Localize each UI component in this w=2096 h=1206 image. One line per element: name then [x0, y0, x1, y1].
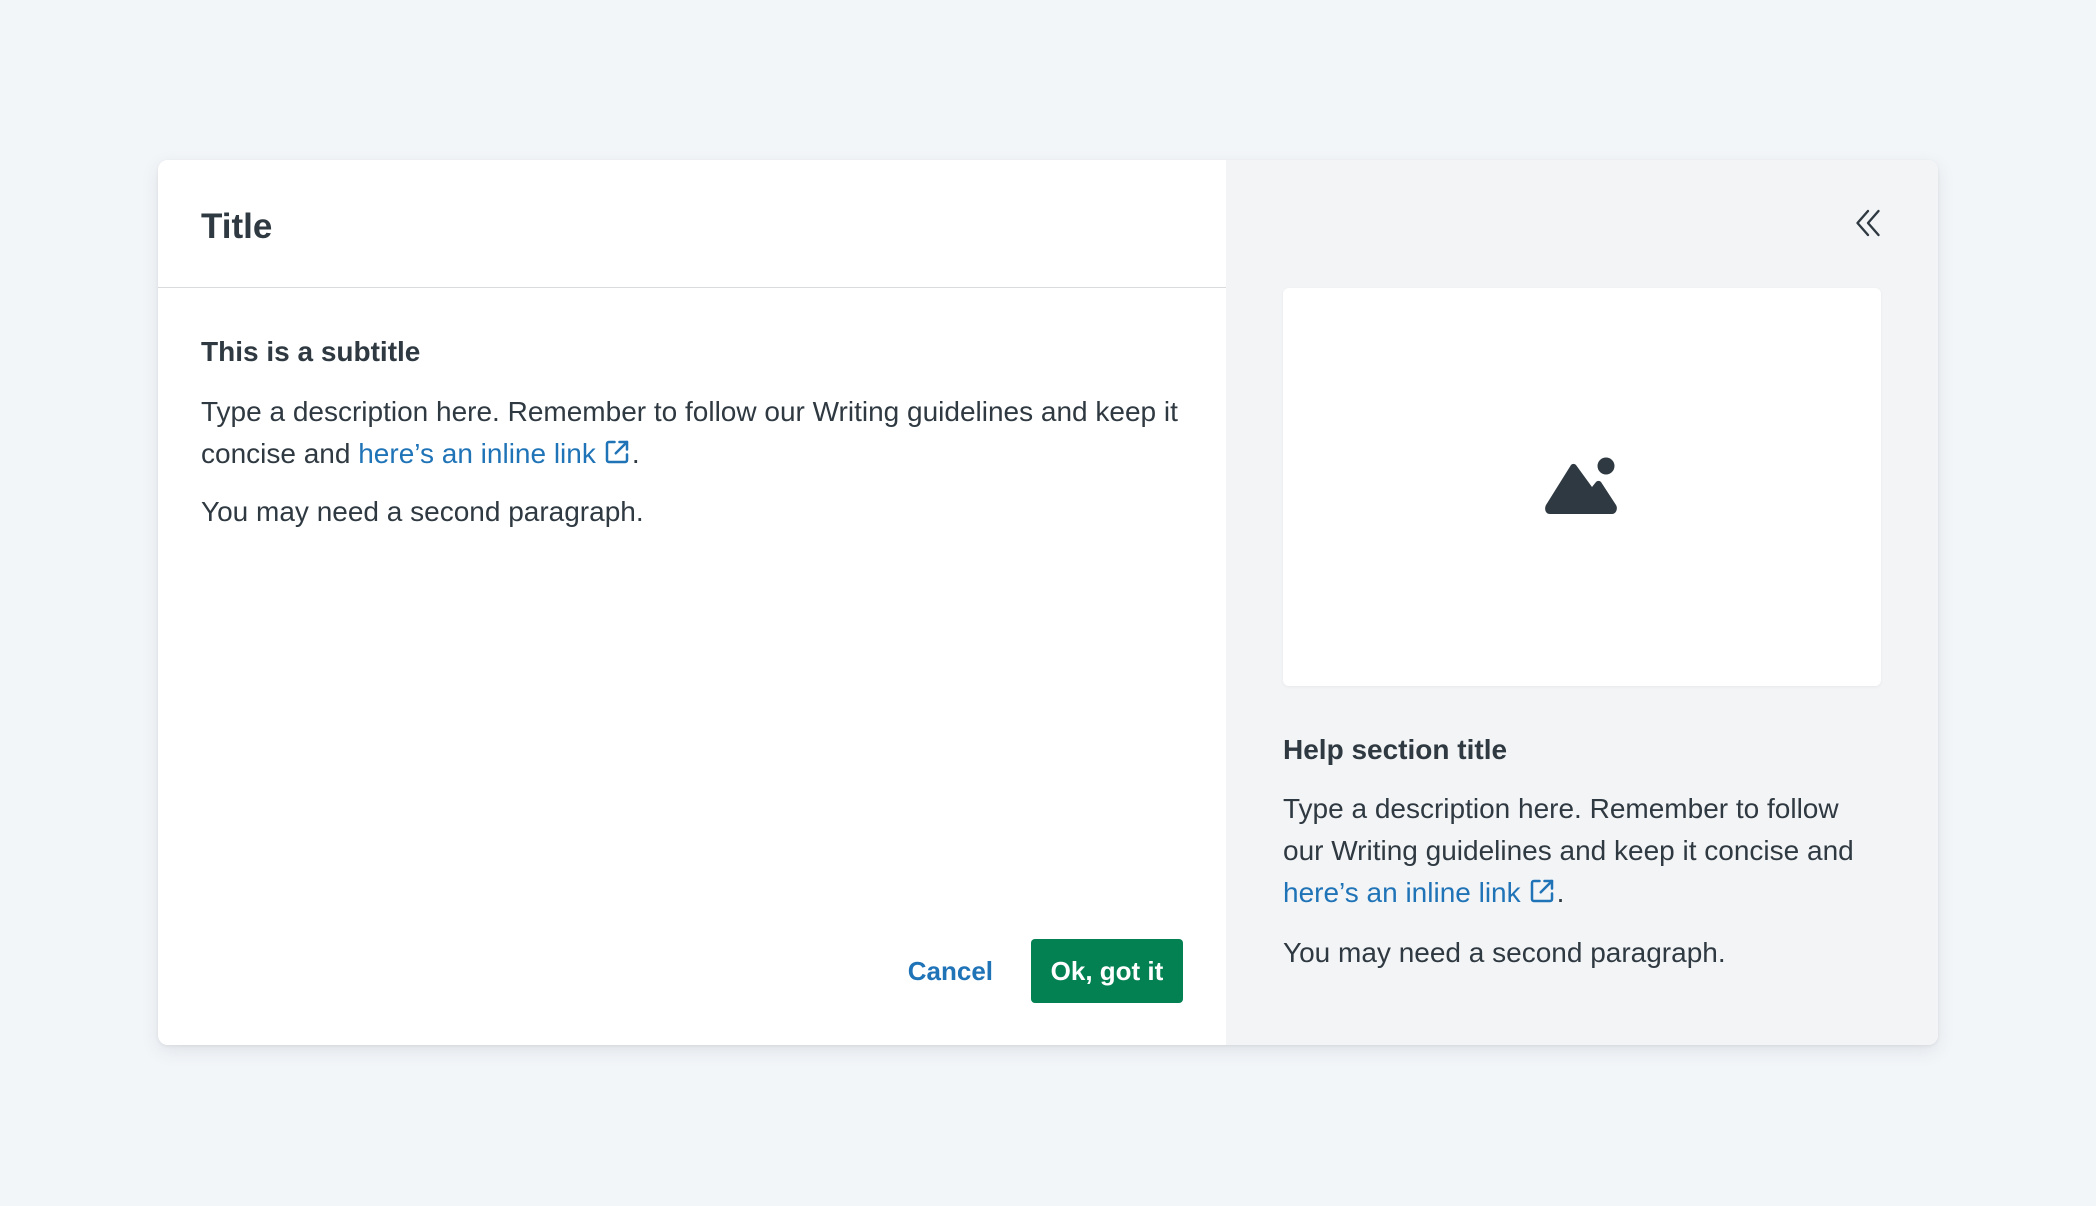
collapse-help-button[interactable] — [1850, 205, 1886, 241]
modal-dialog: Title This is a subtitle Type a descript… — [158, 160, 1938, 1045]
ok-got-it-button[interactable]: Ok, got it — [1031, 939, 1183, 1003]
modal-main-panel: Title This is a subtitle Type a descript… — [158, 160, 1226, 1045]
help-second-paragraph: You may need a second paragraph. — [1283, 937, 1726, 968]
modal-description-end: . — [631, 438, 640, 469]
modal-footer: Cancel Ok, got it — [888, 939, 1183, 1003]
modal-subtitle: This is a subtitle — [201, 336, 421, 367]
help-panel: Help section title Type a description he… — [1226, 160, 1938, 1045]
modal-header: Title — [158, 160, 1226, 288]
external-link-icon — [1530, 879, 1553, 903]
help-image-placeholder — [1283, 288, 1881, 686]
help-inline-link-label: here’s an inline link — [1283, 877, 1521, 908]
help-description: Type a description here. Remember to fol… — [1283, 788, 1881, 914]
help-inline-link[interactable]: here’s an inline link — [1283, 877, 1557, 908]
help-description-end: . — [1556, 877, 1565, 908]
modal-body: This is a subtitle Type a description he… — [158, 288, 1226, 533]
modal-title: Title — [201, 206, 273, 246]
cancel-button[interactable]: Cancel — [888, 939, 1013, 1003]
help-section-title: Help section title — [1283, 734, 1508, 765]
image-placeholder-icon — [1545, 457, 1617, 514]
modal-inline-link-label: here’s an inline link — [358, 438, 596, 469]
modal-description: Type a description here. Remember to fol… — [201, 391, 1183, 475]
help-description-text: Type a description here. Remember to fol… — [1283, 793, 1854, 866]
modal-second-paragraph: You may need a second paragraph. — [201, 496, 644, 527]
modal-description-text: Type a description here. Remember to fol… — [201, 396, 1178, 469]
chevrons-left-icon — [1856, 209, 1880, 237]
external-link-icon — [605, 440, 629, 464]
modal-inline-link[interactable]: here’s an inline link — [358, 438, 632, 469]
